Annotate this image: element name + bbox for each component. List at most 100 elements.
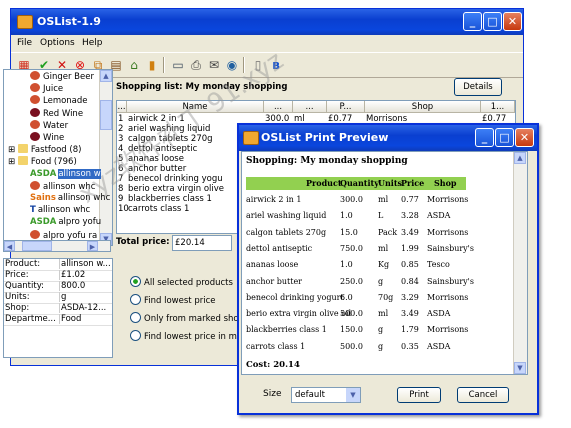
preview-table-header: Product Quantity Units Price Shop xyxy=(246,177,466,190)
preview-cell: g xyxy=(378,341,384,351)
detail-row: Departme... Food xyxy=(4,314,112,326)
preview-cell: 750.0 xyxy=(340,243,363,253)
scroll-down-button[interactable]: ▼ xyxy=(514,362,526,374)
tree-item-label: Fastfood (8) xyxy=(30,145,82,156)
mobile-icon[interactable]: ▯ xyxy=(249,56,267,74)
category-tree[interactable]: ▲ ▼ Ginger Beer Juice Lemonade Red Wine Wate… xyxy=(3,69,113,246)
radio-label: All selected products xyxy=(144,278,233,288)
tree-item[interactable]: ASDA allinson w xyxy=(30,168,101,181)
print-button[interactable]: Print xyxy=(397,387,441,403)
detail-value[interactable]: 800.0 xyxy=(59,281,85,291)
grid-cell: 7 xyxy=(118,174,124,184)
scroll-thumb[interactable] xyxy=(100,100,112,130)
globe-icon[interactable]: ◉ xyxy=(223,56,241,74)
maximize-button[interactable]: □ xyxy=(483,12,502,31)
barchart-icon[interactable]: ▮ xyxy=(143,56,161,74)
preview-cell: 3.29 xyxy=(401,292,419,302)
tree-item[interactable]: Sains allinson whc xyxy=(30,193,110,205)
detail-value[interactable]: Food xyxy=(59,314,81,324)
preview-cell: ASDA xyxy=(427,341,451,351)
detail-value[interactable]: g xyxy=(59,292,66,302)
radio-marked-shops[interactable]: Only from marked shops xyxy=(130,312,248,324)
detail-value[interactable]: £1.02 xyxy=(59,270,85,280)
hscroll-thumb[interactable] xyxy=(22,241,52,251)
tree-item[interactable]: Lemonade xyxy=(30,95,88,107)
bluetooth-icon[interactable]: ʙ xyxy=(267,56,285,74)
menu-file[interactable]: File xyxy=(17,38,32,48)
preview-cell: 3.28 xyxy=(401,211,419,221)
radio-all-selected[interactable]: All selected products xyxy=(130,276,233,288)
main-titlebar[interactable]: OSList-1.9 _ □ ✕ xyxy=(11,9,523,35)
scroll-left-button[interactable]: ◀ xyxy=(4,241,15,251)
preview-cell: ml xyxy=(378,309,389,319)
document-icon[interactable]: ▭ xyxy=(169,56,187,74)
expand-icon[interactable]: ⊞ xyxy=(8,157,18,167)
preview-minimize-button[interactable]: _ xyxy=(475,128,494,147)
minimize-button[interactable]: _ xyxy=(463,12,482,31)
drink-icon xyxy=(30,83,40,93)
house-icon[interactable]: ⌂ xyxy=(125,56,143,74)
toolbar-separator xyxy=(163,57,165,73)
tree-item[interactable]: Red Wine xyxy=(30,107,83,120)
tree-item[interactable]: Tallinson whc xyxy=(30,205,90,217)
printer-icon[interactable]: ⎙ xyxy=(187,56,205,74)
preview-close-button[interactable]: ✕ xyxy=(515,128,534,147)
preview-maximize-button[interactable]: □ xyxy=(495,128,514,147)
preview-row: anchor butter 250.0 g 0.84 Sainsbury's xyxy=(246,277,516,289)
detail-value[interactable]: ASDA-12... xyxy=(59,303,106,313)
menu-help[interactable]: Help xyxy=(82,38,103,48)
preview-cell: Morrisons xyxy=(427,292,469,302)
tree-item-label: Ginger Beer xyxy=(43,72,94,82)
product-details: Product: allinson w... Price: £1.02 Quantity… xyxy=(3,258,113,358)
total-price-field[interactable]: £20.14 xyxy=(172,235,232,251)
size-label: Size xyxy=(263,389,282,399)
radio-lowest-price[interactable]: Find lowest price xyxy=(130,294,215,306)
tree-item[interactable]: Water xyxy=(30,119,68,132)
tree-hscrollbar[interactable]: ◀ ▶ xyxy=(3,240,111,252)
close-button[interactable]: ✕ xyxy=(503,12,522,31)
scroll-up-button[interactable]: ▲ xyxy=(100,70,112,82)
preview-cell: 70g xyxy=(378,292,394,302)
details-button[interactable]: Details xyxy=(454,78,502,96)
print-preview-window: OSList Print Preview _ □ ✕ Shopping: My … xyxy=(237,123,539,415)
tree-item[interactable]: allinson whc xyxy=(30,180,95,193)
grid-column-header[interactable]: ... xyxy=(293,101,327,113)
tree-item[interactable]: Juice xyxy=(30,83,63,95)
preview-row: ariel washing liquid 1.0 L 3.28 ASDA xyxy=(246,211,516,223)
preview-cell: g xyxy=(378,276,384,286)
preview-cell: Sainsbury's xyxy=(427,243,474,253)
preview-col-shop: Shop xyxy=(434,178,457,188)
tree-item[interactable]: ⊞ Fastfood (8) xyxy=(8,144,81,156)
menubar: File Options Help xyxy=(11,35,523,52)
preview-cell: benecol drinking yogurt xyxy=(246,292,344,302)
grid-column-header[interactable]: 1... xyxy=(481,101,515,113)
scroll-up-button[interactable]: ▲ xyxy=(514,152,526,164)
preview-cell: g xyxy=(378,325,384,335)
menu-options[interactable]: Options xyxy=(40,38,75,48)
grid-column-header[interactable]: P... xyxy=(327,101,365,113)
grid-column-header[interactable]: Name xyxy=(127,101,264,113)
detail-value[interactable]: allinson w... xyxy=(59,259,111,269)
detail-key: Departme... xyxy=(5,314,56,324)
grid-column-header[interactable]: ... xyxy=(264,101,293,113)
preview-titlebar[interactable]: OSList Print Preview _ □ ✕ xyxy=(239,125,537,151)
preview-col-quantity: Quantity xyxy=(340,178,379,188)
grid-cell: dettol antiseptic xyxy=(128,144,198,154)
mail-icon[interactable]: ✉ xyxy=(205,56,223,74)
preview-cell: anchor butter xyxy=(246,276,302,286)
chevron-down-icon: ▼ xyxy=(346,388,360,402)
tree-item[interactable]: ⊞ Food (796) xyxy=(8,156,77,168)
preview-cell: ananas loose xyxy=(246,260,299,270)
size-select[interactable]: default ▼ xyxy=(291,387,361,403)
drink-icon xyxy=(30,95,40,105)
grid-column-header[interactable]: ... xyxy=(117,101,127,113)
expand-icon[interactable]: ⊞ xyxy=(8,145,18,155)
cancel-button[interactable]: Cancel xyxy=(457,387,509,403)
grid-column-header[interactable]: Shop xyxy=(365,101,481,113)
tree-item[interactable]: Wine xyxy=(30,132,64,144)
tree-item-label: alpro yofu xyxy=(58,217,102,228)
preview-cell: 500.0 xyxy=(340,341,363,351)
tree-item[interactable]: Ginger Beer xyxy=(30,71,94,83)
tree-item[interactable]: ASDA alpro yofu xyxy=(30,217,101,229)
scroll-right-button[interactable]: ▶ xyxy=(87,241,98,251)
